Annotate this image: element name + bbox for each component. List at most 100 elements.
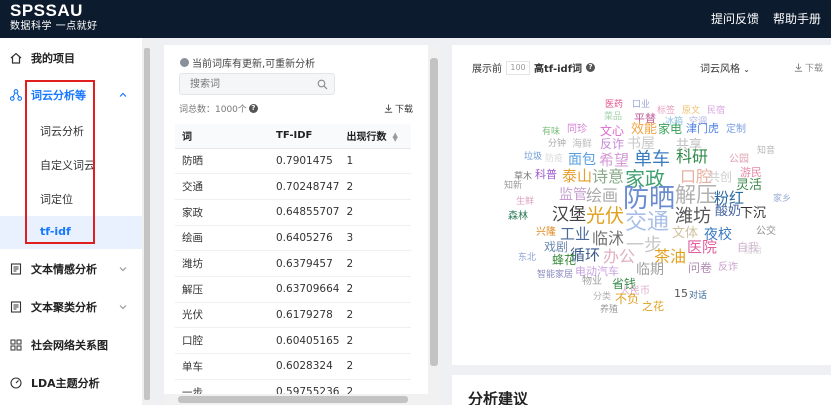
cloud-word[interactable]: 共创 <box>708 171 732 183</box>
table-row[interactable]: 口腔 0.60405165 2 <box>175 327 411 354</box>
cloud-word[interactable]: 办公 <box>603 249 635 265</box>
sidebar-group-clustering[interactable]: 文本聚类分析 <box>0 291 142 323</box>
cloud-word[interactable]: 公交 <box>756 227 776 237</box>
cloud-word[interactable]: 科研 <box>676 149 708 165</box>
cloud-download-label: 下载 <box>805 64 824 74</box>
sidebar-group-sentiment[interactable]: 文本情感分析 <box>0 253 142 285</box>
cloud-word[interactable]: 定制 <box>726 125 746 135</box>
cloud-word[interactable]: 菜品 <box>604 113 622 122</box>
download-button[interactable]: 下载 <box>384 102 413 115</box>
cloud-word[interactable]: 口业 <box>632 101 650 110</box>
cloud-word[interactable]: 知音 <box>757 147 775 156</box>
table-row[interactable]: 潍坊 0.6379457 2 <box>175 250 411 277</box>
table-row[interactable]: 光伏 0.6179278 2 <box>175 302 411 329</box>
cloud-word[interactable]: 分类 <box>593 293 611 302</box>
sort-icon[interactable]: ▲ ▼ <box>392 132 397 143</box>
cloud-word[interactable]: 夜校 <box>704 228 732 242</box>
cloud-word[interactable]: 公园 <box>729 155 749 165</box>
cell-word: 交通 <box>175 173 269 200</box>
table-row[interactable]: 单车 0.6028324 2 <box>175 353 411 380</box>
download-label: 下载 <box>395 105 414 115</box>
top-n-input[interactable]: 100 <box>506 60 530 75</box>
cloud-word[interactable]: 不负 <box>615 293 639 305</box>
table-row[interactable]: 交通 0.70248747 2 <box>175 173 411 200</box>
cloud-word[interactable]: 酸奶 <box>715 205 741 218</box>
cloud-word[interactable]: 问卷 <box>688 262 712 274</box>
cloud-word[interactable]: 效能 <box>631 123 657 136</box>
cloud-word[interactable]: 光伏 <box>586 207 624 226</box>
cloud-word[interactable]: 戏剧 <box>544 241 568 253</box>
cloud-word[interactable]: 防疫 <box>545 155 563 164</box>
cloud-word[interactable]: 交通 <box>625 212 669 234</box>
cloud-word[interactable]: 知新 <box>504 182 522 191</box>
cloud-word[interactable]: 标签 <box>657 107 675 116</box>
cloud-word[interactable]: 泰山 <box>562 169 592 184</box>
cloud-word[interactable]: 森林 <box>508 212 528 222</box>
cloud-word[interactable]: 兴隆 <box>536 228 556 238</box>
cloud-word[interactable]: 家电 <box>658 123 682 135</box>
cell-word: 家政 <box>175 199 269 226</box>
logo[interactable]: SPSSAU 数据科学 一点就好 <box>10 2 98 33</box>
cloud-word[interactable]: 科普 <box>535 169 557 180</box>
cell-row-count: 3 <box>339 225 411 252</box>
cloud-style-dropdown[interactable]: 词云风格 ⌄ <box>700 60 750 75</box>
cloud-word[interactable]: 反诈 <box>718 263 738 273</box>
cloud-word[interactable]: 汉堡 <box>552 207 586 224</box>
table-scrollbar-thumb[interactable] <box>430 58 438 366</box>
table-row[interactable]: 防晒 0.7901475 1 <box>175 148 411 175</box>
cloud-word[interactable]: 分钟 <box>548 140 566 149</box>
cloud-word[interactable]: 之花 <box>642 301 664 312</box>
cloud-word[interactable]: 同珍 <box>567 125 587 135</box>
cloud-word[interactable]: 诗意 <box>592 169 624 185</box>
cloud-word[interactable]: 潍坊 <box>675 208 711 226</box>
cloud-word[interactable]: 养殖 <box>600 306 618 315</box>
cloud-word[interactable]: 医药 <box>605 101 623 110</box>
table-row[interactable]: 解压 0.63709664 2 <box>175 276 411 303</box>
cloud-word[interactable]: 临期 <box>636 263 664 277</box>
cloud-word[interactable]: 15 <box>674 288 688 299</box>
cloud-word[interactable]: 临沭 <box>592 231 624 247</box>
sidebar-item-lda[interactable]: LDA主题分析 <box>0 367 142 399</box>
cloud-word[interactable]: 民宿 <box>707 107 725 116</box>
cloud-word[interactable]: 防晒 <box>623 186 675 212</box>
cloud-download-button[interactable]: 下载 <box>794 61 823 74</box>
sidebar-item-my-project[interactable]: 我的项目 <box>0 42 142 74</box>
cloud-word[interactable]: 蜂花 <box>552 254 576 266</box>
cloud-word[interactable]: 绘画 <box>586 188 618 204</box>
cloud-word[interactable]: 东北 <box>518 254 536 263</box>
update-notice-text[interactable]: 当前词库有更新,可重新分析 <box>192 55 315 70</box>
cloud-word[interactable]: 防治 <box>744 247 762 256</box>
cloud-word[interactable]: 生鲜 <box>516 198 534 207</box>
feedback-link[interactable]: 提问反馈 <box>711 10 759 27</box>
help-icon[interactable]: ? <box>248 104 258 113</box>
cloud-word[interactable]: 文体 <box>672 227 698 240</box>
sidebar-item-social-network[interactable]: 社会网络关系图 <box>0 329 142 361</box>
cloud-word[interactable]: 面包 <box>568 153 596 167</box>
help-manual-link[interactable]: 帮助手册 <box>773 10 821 27</box>
sidebar-scrollbar-thumb[interactable] <box>144 48 150 400</box>
table-hscrollbar-thumb[interactable] <box>178 396 408 403</box>
cloud-word[interactable]: 对话 <box>689 292 707 301</box>
cloud-word[interactable]: 津门虎 <box>686 123 719 134</box>
cloud-word[interactable]: 有味 <box>542 128 560 137</box>
column-header-row-count[interactable]: 出现行数 ▲ ▼ <box>339 124 411 149</box>
cloud-word[interactable]: 反诈 <box>600 138 624 150</box>
cloud-word[interactable]: 物业 <box>582 277 602 287</box>
search-icon[interactable] <box>317 79 328 90</box>
table-row[interactable]: 绘画 0.6405276 3 <box>175 225 411 252</box>
cloud-word[interactable]: 监管 <box>559 188 587 202</box>
search-input[interactable] <box>180 74 310 94</box>
cloud-word[interactable]: 文心 <box>600 125 624 137</box>
cloud-word[interactable]: 垃圾 <box>524 153 542 162</box>
download-icon <box>794 63 803 72</box>
help-icon[interactable]: ? <box>586 63 596 72</box>
cloud-word[interactable]: 智能家居 <box>537 271 573 280</box>
cloud-word[interactable]: 下沉 <box>740 207 766 220</box>
cloud-word[interactable]: 家乡 <box>773 195 791 204</box>
cloud-word[interactable]: 游民 <box>740 167 762 178</box>
cloud-word[interactable]: 海鲜 <box>572 140 592 150</box>
table-row[interactable]: 家政 0.64855707 2 <box>175 199 411 226</box>
cloud-word[interactable]: 解压 <box>675 185 717 206</box>
cloud-word[interactable]: 原文 <box>682 107 700 116</box>
cloud-word[interactable]: 希望 <box>599 153 629 168</box>
